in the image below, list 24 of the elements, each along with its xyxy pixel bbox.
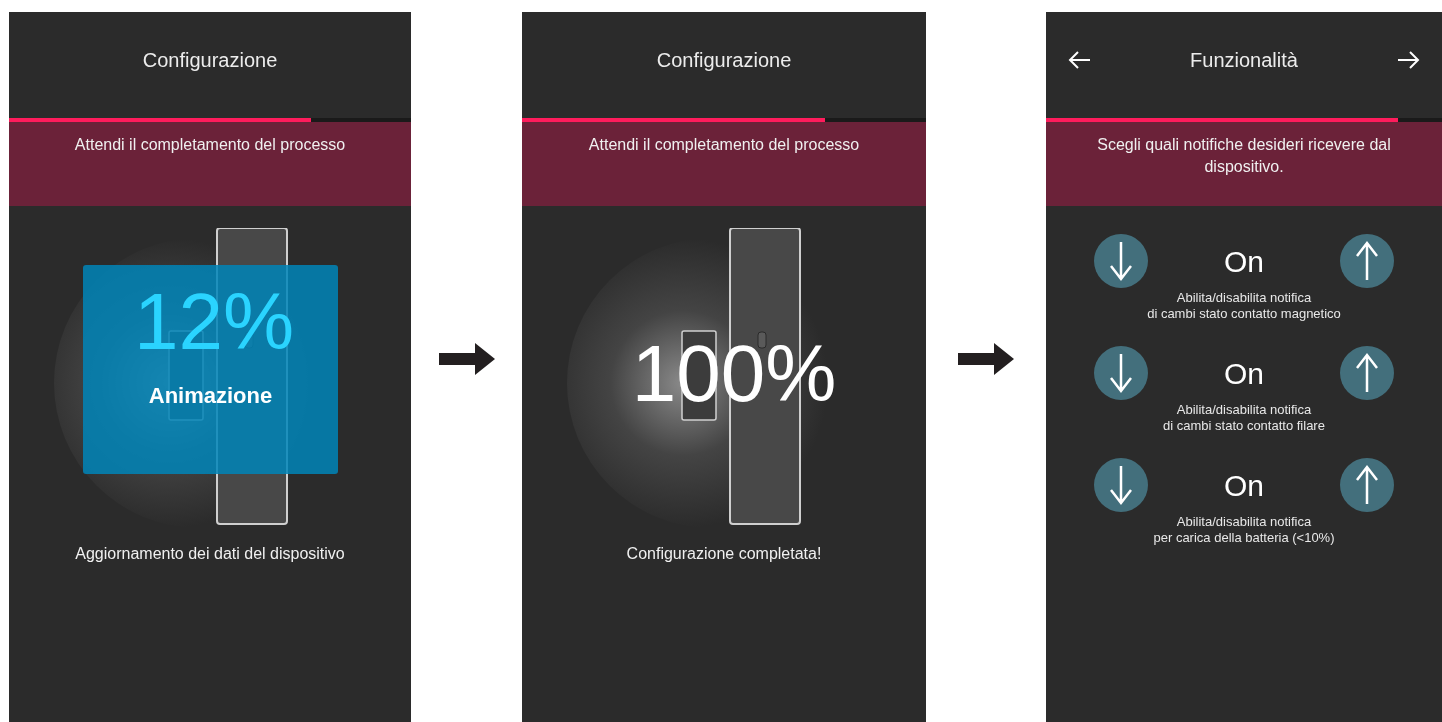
value-text: On [1224, 355, 1264, 392]
right-arrow-icon [438, 343, 495, 375]
status-caption: Configurazione completata! [625, 544, 823, 564]
increase-button[interactable] [1340, 346, 1394, 400]
decrease-button[interactable] [1094, 346, 1148, 400]
screen-title: Configurazione [142, 48, 278, 73]
banner-text: Scegli quali notifiche desideri ricevere dal dispositivo. [1096, 135, 1392, 177]
setting-description: Abilita/disabilita notifica di cambi stato contatto filare [1163, 402, 1325, 434]
value-text: On [1224, 467, 1264, 504]
value-text: On [1224, 243, 1264, 280]
banner-text: Attendi il completamento del processo [588, 135, 860, 155]
overlay-label: Animazione [148, 382, 273, 410]
increase-button[interactable] [1340, 234, 1394, 288]
banner-text: Attendi il completamento del processo [74, 135, 346, 155]
screen-title: Configurazione [656, 48, 792, 73]
setting-description: Abilita/disabilita notifica di cambi stato contatto magnetico [1147, 290, 1341, 322]
increase-button[interactable] [1340, 458, 1394, 512]
right-arrow-icon [958, 343, 1014, 375]
screen-title: Funzionalità [1190, 48, 1298, 73]
percent-text: 12% [133, 277, 295, 366]
decrease-button[interactable] [1094, 234, 1148, 288]
setting-description: Abilita/disabilita notifica per carica della batteria (<10%) [1153, 514, 1335, 546]
status-caption: Aggiornamento dei dati del dispositivo [74, 544, 346, 564]
decrease-button[interactable] [1094, 458, 1148, 512]
